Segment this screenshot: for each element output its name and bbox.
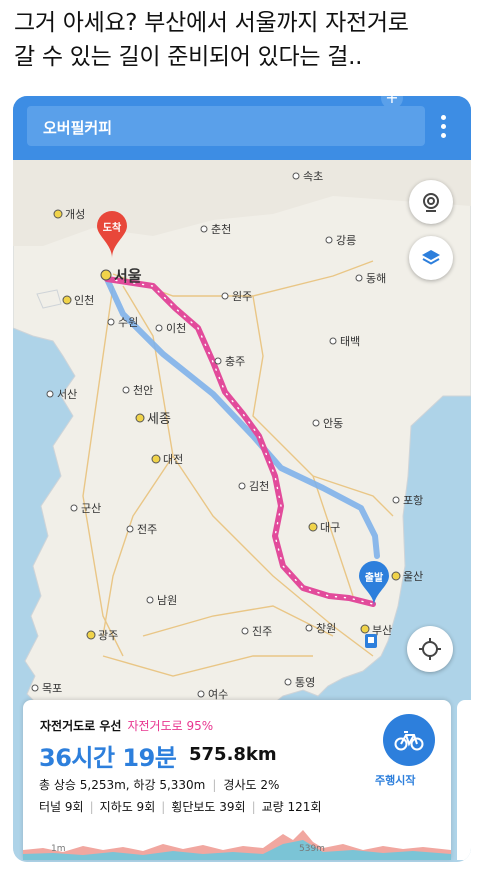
svg-text:동해: 동해 bbox=[366, 271, 386, 285]
bike-road-ratio: 자전거도로 95% bbox=[127, 719, 214, 733]
svg-text:통영: 통영 bbox=[295, 676, 315, 689]
elevation-profile bbox=[23, 830, 451, 860]
search-box[interactable]: 오버필커피 bbox=[27, 106, 425, 146]
slope: 경사도 2% bbox=[223, 778, 280, 792]
svg-text:창원: 창원 bbox=[316, 622, 336, 635]
svg-text:도착: 도착 bbox=[103, 221, 122, 234]
svg-text:이천: 이천 bbox=[166, 321, 186, 335]
svg-text:원주: 원주 bbox=[232, 290, 252, 303]
svg-text:안동: 안동 bbox=[323, 417, 343, 430]
street-view-button[interactable] bbox=[409, 180, 453, 224]
svg-text:속초: 속초 bbox=[303, 170, 323, 183]
svg-text:목포: 목포 bbox=[42, 682, 62, 695]
svg-text:춘천: 춘천 bbox=[211, 222, 231, 236]
svg-text:남원: 남원 bbox=[157, 594, 177, 607]
svg-text:천안: 천안 bbox=[133, 383, 153, 397]
next-route-card-edge[interactable] bbox=[457, 700, 471, 860]
profile-mid-label: 539m bbox=[299, 844, 325, 854]
start-ride-label: 주행시작 bbox=[375, 774, 416, 787]
route-mode: 자전거도로 우선 bbox=[40, 719, 122, 733]
svg-text:포항: 포항 bbox=[403, 494, 423, 507]
svg-text:울산: 울산 bbox=[403, 570, 423, 583]
tweet-line-2: 갈 수 있는 길이 준비되어 있다는 걸.. bbox=[14, 44, 363, 70]
svg-text:광주: 광주 bbox=[98, 629, 118, 642]
svg-text:대구: 대구 bbox=[320, 521, 340, 534]
svg-text:서울: 서울 bbox=[114, 267, 142, 285]
route-distance: 575.8km bbox=[189, 744, 277, 765]
underpass-count: 지하도 9회 bbox=[99, 800, 156, 814]
route-duration: 36시간 19분 bbox=[39, 744, 177, 772]
camera-lens-icon bbox=[423, 193, 439, 212]
layers-button[interactable] bbox=[409, 236, 453, 280]
route-option-line: 자전거도로 우선 자전거도로 95% bbox=[40, 717, 213, 734]
svg-text:개성: 개성 bbox=[65, 208, 85, 221]
tunnel-count: 터널 9회 bbox=[39, 800, 84, 814]
svg-text:대전: 대전 bbox=[163, 453, 183, 466]
svg-text:세종: 세종 bbox=[147, 412, 171, 427]
profile-start-label: 1m bbox=[51, 844, 66, 854]
svg-text:출발: 출발 bbox=[365, 571, 384, 584]
counts-line: 터널 9회 | 지하도 9회 | 횡단보도 39회 | 교량 121회 bbox=[39, 800, 322, 814]
start-ride-button[interactable] bbox=[383, 714, 435, 766]
svg-text:서산: 서산 bbox=[57, 388, 77, 401]
svg-text:전주: 전주 bbox=[137, 523, 157, 536]
bicycle-icon bbox=[394, 731, 424, 751]
svg-text:강릉: 강릉 bbox=[336, 234, 356, 247]
svg-text:수원: 수원 bbox=[118, 316, 138, 329]
current-location-button[interactable] bbox=[407, 626, 453, 672]
svg-text:태백: 태백 bbox=[340, 335, 360, 348]
elevation-line: 총 상승 5,253m, 하강 5,330m | 경사도 2% bbox=[39, 778, 280, 792]
bike-icon-busan bbox=[365, 634, 377, 648]
tweet-text: 그거 아세요? 부산에서 서울까지 자전거로 갈 수 있는 길이 준비되어 있다… bbox=[14, 6, 474, 74]
bridge-count: 교량 121회 bbox=[261, 800, 322, 814]
svg-text:김천: 김천 bbox=[249, 479, 269, 493]
svg-text:인천: 인천 bbox=[74, 293, 94, 307]
app-screenshot: 속초 개성 춘천 강릉 서울 동해 인천 원주 수원 이천 태백 충주 서산 천… bbox=[13, 96, 471, 862]
route-summary-panel[interactable]: 자전거도로 우선 자전거도로 95% 36시간 19분 575.8km 총 상승 … bbox=[23, 700, 451, 860]
elevation-gain-loss: 총 상승 5,253m, 하강 5,330m bbox=[39, 778, 206, 792]
crosshair-icon bbox=[419, 638, 441, 660]
svg-text:군산: 군산 bbox=[81, 502, 101, 515]
search-label: 오버필커피 bbox=[43, 119, 113, 137]
more-menu-icon[interactable] bbox=[433, 108, 453, 144]
top-bar: + 오버필커피 bbox=[13, 96, 471, 160]
svg-text:충주: 충주 bbox=[225, 355, 245, 368]
svg-text:진주: 진주 bbox=[252, 625, 272, 638]
tweet-line-1: 그거 아세요? 부산에서 서울까지 자전거로 bbox=[14, 10, 409, 36]
crosswalk-count: 횡단보도 39회 bbox=[171, 800, 246, 814]
layers-icon bbox=[422, 250, 440, 265]
